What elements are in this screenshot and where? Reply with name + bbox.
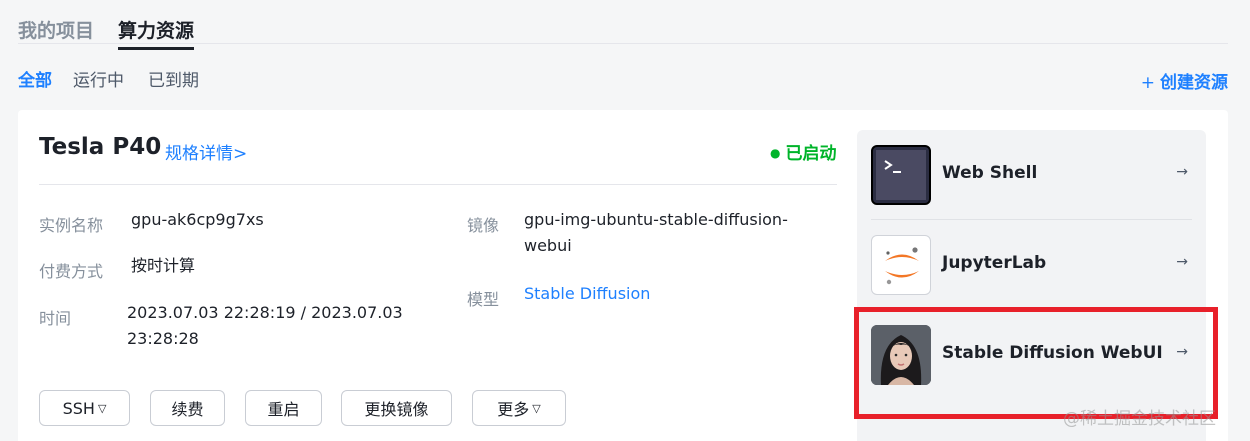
top-tab-bar: 我的项目 算力资源 <box>18 14 1228 50</box>
change-image-label: 更换镜像 <box>364 400 429 419</box>
arrow-right-icon: → <box>1176 254 1188 270</box>
restart-button[interactable]: 重启 <box>245 390 322 426</box>
time-value-end: 23:28:28 <box>127 329 199 348</box>
jupyter-icon <box>871 235 931 295</box>
create-resource-label: 创建资源 <box>1160 73 1228 93</box>
more-label: 更多 <box>497 400 530 419</box>
filter-all[interactable]: 全部 <box>18 66 52 91</box>
renew-label: 续费 <box>171 400 204 419</box>
image-value-line2: webui <box>524 236 572 255</box>
filter-running[interactable]: 运行中 <box>73 66 124 91</box>
gpu-name: Tesla P40 <box>39 134 162 160</box>
change-image-button[interactable]: 更换镜像 <box>341 390 452 426</box>
instance-name-value: gpu-ak6cp9g7xs <box>131 210 264 229</box>
time-label: 时间 <box>39 309 72 328</box>
ssh-label: SSH <box>62 398 95 418</box>
renew-button[interactable]: 续费 <box>150 390 225 426</box>
time-value-start: 2023.07.03 22:28:19 / 2023.07.03 <box>127 303 403 322</box>
avatar-portrait-icon <box>871 325 931 385</box>
instance-card: Tesla P40 规格详情> ● 已启动 实例名称 gpu-ak6cp9g7xs… <box>18 110 1228 441</box>
card-divider <box>39 184 837 185</box>
app-web-shell[interactable]: Web Shell → <box>857 130 1206 220</box>
model-link[interactable]: Stable Diffusion <box>524 281 650 307</box>
plus-icon: + <box>1140 73 1155 93</box>
arrow-right-icon: → <box>1176 344 1188 360</box>
app-jupyterlab[interactable]: JupyterLab → <box>857 220 1206 310</box>
spec-details-link[interactable]: 规格详情> <box>165 139 247 164</box>
instance-name-label: 实例名称 <box>39 216 104 235</box>
image-label: 镜像 <box>467 216 500 235</box>
filter-expired[interactable]: 已到期 <box>148 66 199 91</box>
app-stable-diffusion-webui[interactable]: Stable Diffusion WebUI → <box>857 310 1206 400</box>
create-resource-button[interactable]: + 创建资源 <box>1141 68 1228 93</box>
arrow-right-icon: → <box>1176 164 1188 180</box>
watermark: @稀土掘金技术社区 <box>1063 409 1216 429</box>
more-dropdown-button[interactable]: 更多 ▽ <box>472 390 566 426</box>
app-name-stable-diffusion-webui: Stable Diffusion WebUI <box>942 343 1163 363</box>
billing-label: 付费方式 <box>39 262 104 281</box>
status-dot-icon: ● <box>770 146 781 160</box>
model-label: 模型 <box>467 290 500 309</box>
chevron-down-icon: ▽ <box>532 401 541 415</box>
status-text: 已启动 <box>785 144 837 164</box>
status-badge: ● 已启动 <box>770 139 836 164</box>
app-name-jupyterlab: JupyterLab <box>942 253 1047 273</box>
chevron-down-icon: ▽ <box>97 401 107 415</box>
billing-value: 按时计算 <box>131 256 196 275</box>
ssh-dropdown-button[interactable]: SSH ▽ <box>39 390 130 426</box>
image-value-line1: gpu-img-ubuntu-stable-diffusion- <box>524 210 788 229</box>
restart-label: 重启 <box>267 400 300 419</box>
tab-my-projects[interactable]: 我的项目 <box>18 16 94 43</box>
app-launcher-panel: Web Shell → JupyterLab → Stable Diffusio… <box>857 130 1206 441</box>
tab-compute-resources[interactable]: 算力资源 <box>118 16 195 50</box>
app-name-web-shell: Web Shell <box>942 163 1038 183</box>
terminal-icon <box>871 145 931 205</box>
